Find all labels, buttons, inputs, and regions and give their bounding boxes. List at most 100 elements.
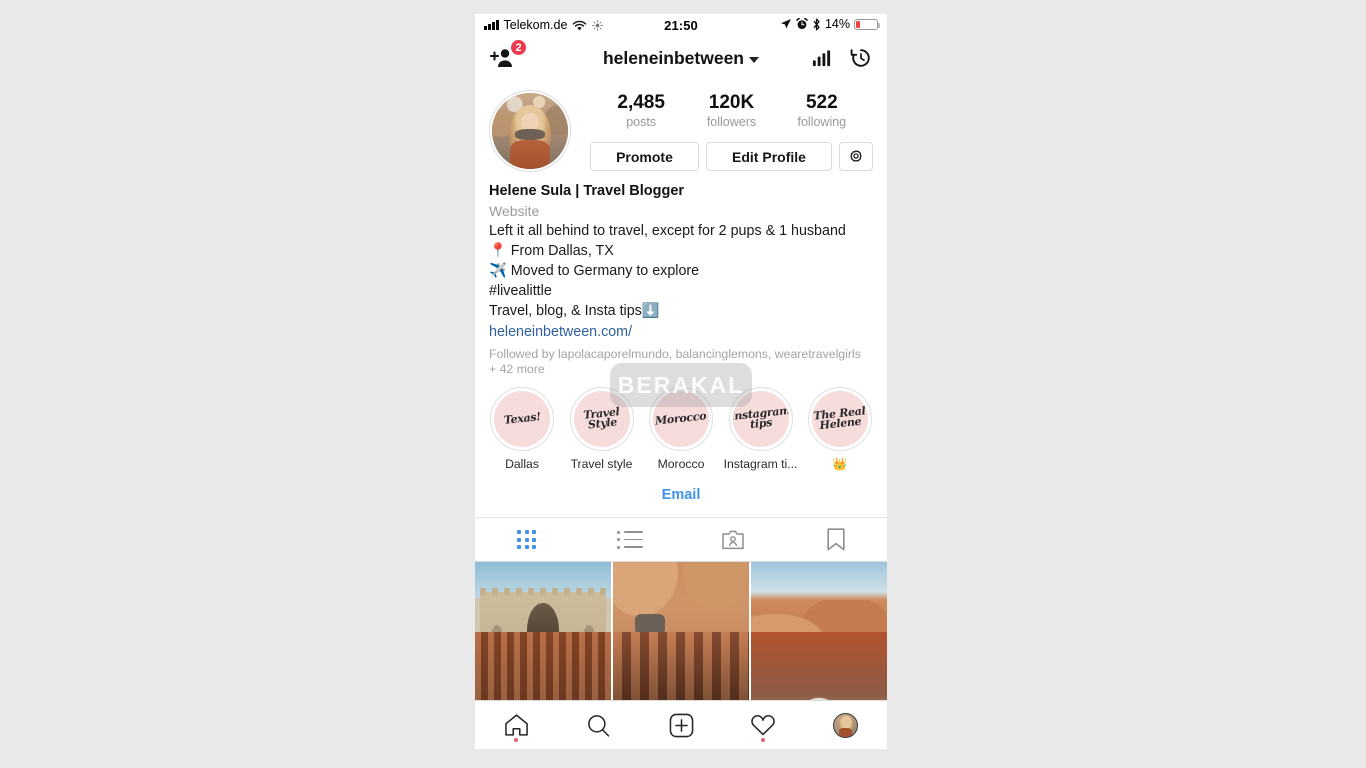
highlight-cover: Instagram tips bbox=[732, 391, 789, 447]
activity-tab[interactable] bbox=[722, 701, 804, 749]
promote-button[interactable]: Promote bbox=[590, 142, 699, 171]
battery-percent-label: 14% bbox=[824, 17, 850, 31]
highlight-the-real-helene[interactable]: The Real Helene 👑 bbox=[801, 387, 879, 471]
home-badge-dot bbox=[514, 738, 519, 742]
highlight-travel-style[interactable]: Travel Style Travel style bbox=[563, 387, 641, 471]
photo-grid bbox=[475, 562, 887, 700]
bio-line-2: 📍 From Dallas, TX bbox=[489, 243, 614, 259]
add-person-button[interactable]: 2 bbox=[489, 39, 527, 70]
settings-button[interactable] bbox=[839, 142, 874, 171]
bluetooth-icon bbox=[812, 18, 821, 31]
bio-website-label: Website bbox=[489, 203, 540, 219]
add-person-badge: 2 bbox=[510, 39, 527, 56]
profile-bio: Helene Sula | Travel Blogger Website Lef… bbox=[475, 172, 887, 377]
highlight-cover: Morocco bbox=[653, 391, 709, 447]
search-tab[interactable] bbox=[557, 701, 639, 749]
highlight-cover: The Real Helene bbox=[812, 391, 868, 447]
highlight-morocco[interactable]: Morocco Morocco bbox=[642, 387, 720, 471]
bio-line-3: ✈️ Moved to Germany to explore bbox=[489, 263, 700, 279]
tagged-tab[interactable] bbox=[681, 518, 784, 561]
home-tab[interactable] bbox=[475, 701, 557, 749]
photo-cell[interactable] bbox=[475, 632, 611, 700]
followed-by-text[interactable]: Followed by lapolacaporelmundo, balancin… bbox=[489, 347, 873, 377]
stat-posts[interactable]: 2,485 posts bbox=[610, 92, 672, 130]
followers-count: 120K bbox=[708, 92, 755, 113]
status-bar-right: 14% bbox=[780, 17, 880, 31]
person-tagged-icon bbox=[721, 530, 744, 549]
bookmark-icon bbox=[826, 528, 845, 551]
bio-website-link[interactable]: heleneinbetween.com/ bbox=[489, 321, 873, 343]
highlight-label: Dallas bbox=[505, 457, 539, 471]
edit-profile-button[interactable]: Edit Profile bbox=[705, 142, 833, 171]
highlight-cover-text: Instagram tips bbox=[732, 403, 789, 432]
chevron-down-icon bbox=[749, 56, 759, 63]
email-button[interactable]: Email bbox=[475, 475, 887, 518]
highlight-ring: Texas! bbox=[490, 387, 554, 451]
heart-icon bbox=[751, 715, 776, 736]
highlight-label: Travel style bbox=[570, 457, 633, 471]
highlight-label: 👑 bbox=[832, 457, 848, 471]
followed-by-more: + 42 more bbox=[489, 362, 545, 376]
profile-actions: Promote Edit Profile bbox=[590, 142, 874, 171]
followers-label: followers bbox=[706, 115, 757, 129]
profile-stats: 2,485 posts 120K followers 522 following bbox=[590, 92, 873, 130]
highlight-cover-text: Morocco bbox=[654, 409, 708, 428]
plus-square-icon bbox=[669, 713, 693, 737]
list-tab[interactable] bbox=[578, 518, 681, 561]
photo-cell[interactable] bbox=[751, 632, 887, 700]
bar-chart-icon bbox=[812, 49, 831, 66]
highlight-label: Instagram ti... bbox=[723, 457, 798, 471]
navbar-actions bbox=[811, 46, 873, 70]
avatar-image bbox=[492, 93, 568, 169]
followed-by-names: Followed by lapolacaporelmundo, balancin… bbox=[489, 347, 861, 361]
highlight-ring: Travel Style bbox=[569, 387, 634, 451]
avatar-icon bbox=[833, 712, 859, 738]
bottom-tabbar bbox=[475, 700, 887, 749]
list-icon bbox=[616, 530, 643, 549]
insights-button[interactable] bbox=[811, 48, 832, 69]
highlight-cover: Texas! bbox=[494, 391, 550, 447]
highlight-cover-text: The Real Helene bbox=[812, 404, 866, 433]
search-icon bbox=[588, 714, 610, 737]
highlight-ring: The Real Helene bbox=[808, 387, 872, 451]
page-root: Telekom.de 21:50 14% 2 heleneinbetween 2… bbox=[0, 0, 1366, 768]
following-count: 522 bbox=[805, 92, 838, 113]
highlight-cover: Travel Style bbox=[573, 391, 630, 447]
grid-tab[interactable] bbox=[475, 518, 578, 561]
profile-tab[interactable] bbox=[805, 701, 887, 749]
bio-line-4: #livealittle bbox=[489, 283, 552, 299]
profile-avatar[interactable] bbox=[489, 90, 571, 172]
bio-line-5: Travel, blog, & Insta tips⬇️ bbox=[489, 303, 660, 319]
grid-icon bbox=[517, 530, 536, 549]
stat-followers[interactable]: 120K followers bbox=[700, 92, 762, 130]
highlight-ring: Morocco bbox=[649, 387, 713, 451]
highlight-instagram-tips[interactable]: Instagram tips Instagram ti... bbox=[722, 387, 800, 471]
status-bar: Telekom.de 21:50 14% bbox=[475, 14, 887, 36]
home-icon bbox=[504, 714, 528, 736]
stat-following[interactable]: 522 following bbox=[791, 92, 853, 130]
phone-screen: Telekom.de 21:50 14% 2 heleneinbetween 2… bbox=[475, 14, 887, 749]
photo-cell[interactable] bbox=[613, 632, 749, 700]
highlight-dallas[interactable]: Texas! Dallas bbox=[483, 387, 561, 471]
bio-display-name: Helene Sula | Travel Blogger bbox=[489, 183, 685, 199]
archive-button[interactable] bbox=[849, 46, 873, 70]
saved-tab[interactable] bbox=[784, 518, 887, 561]
new-post-tab[interactable] bbox=[640, 701, 722, 749]
bio-line-1: Left it all behind to travel, except for… bbox=[489, 223, 846, 239]
highlight-cover-text: Travel Style bbox=[582, 405, 620, 432]
story-highlights: BERAKAL Texas! Dallas Travel Style Trave… bbox=[475, 363, 887, 475]
highlight-label: Morocco bbox=[657, 457, 705, 471]
following-label: following bbox=[797, 115, 847, 129]
profile-navbar: 2 heleneinbetween bbox=[475, 36, 887, 80]
location-arrow-icon bbox=[780, 18, 792, 30]
username-label: heleneinbetween bbox=[602, 47, 744, 68]
posts-label: posts bbox=[626, 115, 657, 129]
profile-header: 2,485 posts 120K followers 522 following… bbox=[475, 80, 887, 172]
clock-history-icon bbox=[850, 49, 870, 67]
battery-icon bbox=[854, 18, 880, 30]
highlight-ring: Instagram tips bbox=[728, 387, 793, 451]
highlight-cover-text: Texas! bbox=[502, 410, 541, 427]
alarm-clock-icon bbox=[796, 18, 808, 30]
activity-badge-dot bbox=[761, 738, 766, 742]
profile-stats-area: 2,485 posts 120K followers 522 following… bbox=[571, 90, 874, 171]
